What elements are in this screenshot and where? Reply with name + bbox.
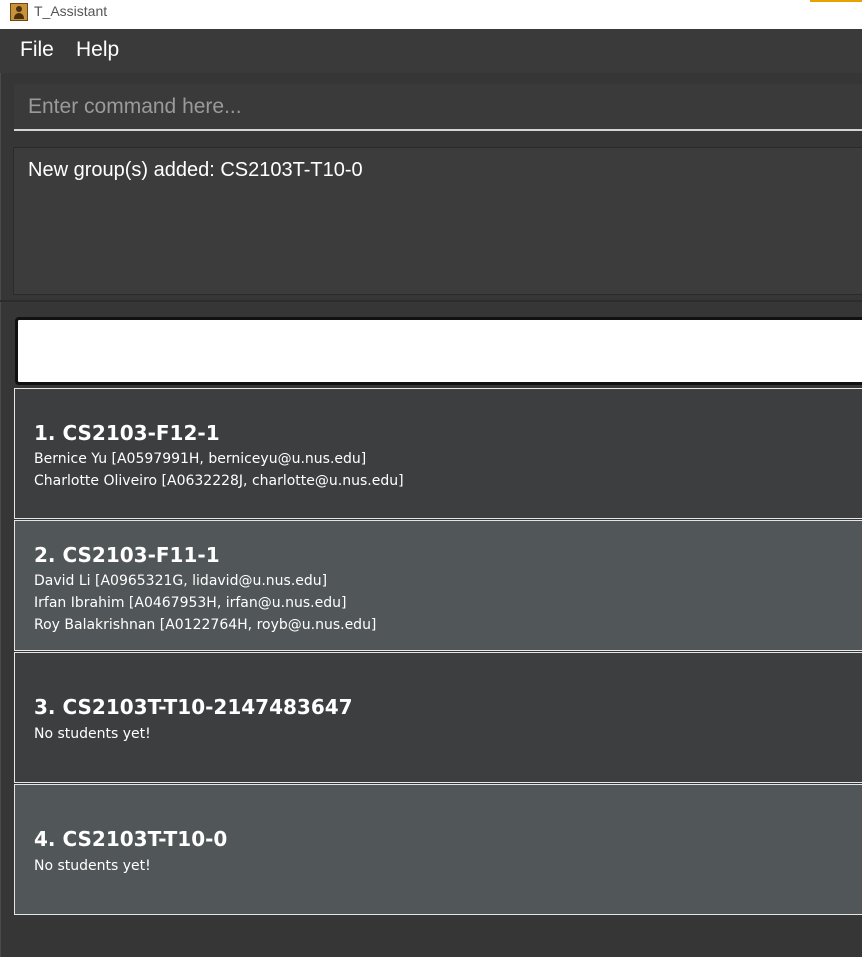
title-bar: T_Assistant bbox=[0, 0, 862, 30]
menu-help[interactable]: Help bbox=[76, 38, 119, 62]
group-card[interactable]: 4. CS2103T-T10-0 No students yet! bbox=[14, 784, 862, 915]
student-entry: Roy Balakrishnan [A0122764H, royb@u.nus.… bbox=[34, 617, 377, 633]
list-header-box bbox=[15, 317, 862, 385]
group-card[interactable]: 1. CS2103-F12-1 Bernice Yu [A0597991H, b… bbox=[14, 388, 862, 519]
group-card[interactable]: 2. CS2103-F11-1 David Li [A0965321G, lid… bbox=[14, 520, 862, 651]
app-icon bbox=[10, 3, 28, 21]
student-entry: No students yet! bbox=[34, 726, 151, 742]
window-title: T_Assistant bbox=[34, 3, 108, 19]
menu-bar: File Help bbox=[0, 29, 862, 73]
command-box bbox=[14, 84, 862, 131]
section-divider bbox=[0, 300, 862, 302]
menu-file[interactable]: File bbox=[20, 38, 54, 62]
window-accent bbox=[810, 0, 862, 2]
command-input[interactable] bbox=[14, 84, 862, 129]
student-entry: Charlotte Oliveiro [A0632228J, charlotte… bbox=[34, 473, 404, 489]
student-entry: Irfan Ibrahim [A0467953H, irfan@u.nus.ed… bbox=[34, 595, 347, 611]
group-title: 2. CS2103-F11-1 bbox=[34, 543, 220, 567]
student-entry: David Li [A0965321G, lidavid@u.nus.edu] bbox=[34, 573, 328, 589]
group-title: 4. CS2103T-T10-0 bbox=[34, 827, 228, 851]
result-display: New group(s) added: CS2103T-T10-0 bbox=[13, 147, 862, 295]
group-title: 1. CS2103-F12-1 bbox=[34, 421, 220, 445]
student-entry: Bernice Yu [A0597991H, berniceyu@u.nus.e… bbox=[34, 451, 367, 467]
group-card[interactable]: 3. CS2103T-T10-2147483647 No students ye… bbox=[14, 652, 862, 783]
group-list: 1. CS2103-F12-1 Bernice Yu [A0597991H, b… bbox=[14, 388, 862, 916]
student-entry: No students yet! bbox=[34, 858, 151, 874]
group-title: 3. CS2103T-T10-2147483647 bbox=[34, 695, 353, 719]
result-message: New group(s) added: CS2103T-T10-0 bbox=[28, 159, 363, 181]
